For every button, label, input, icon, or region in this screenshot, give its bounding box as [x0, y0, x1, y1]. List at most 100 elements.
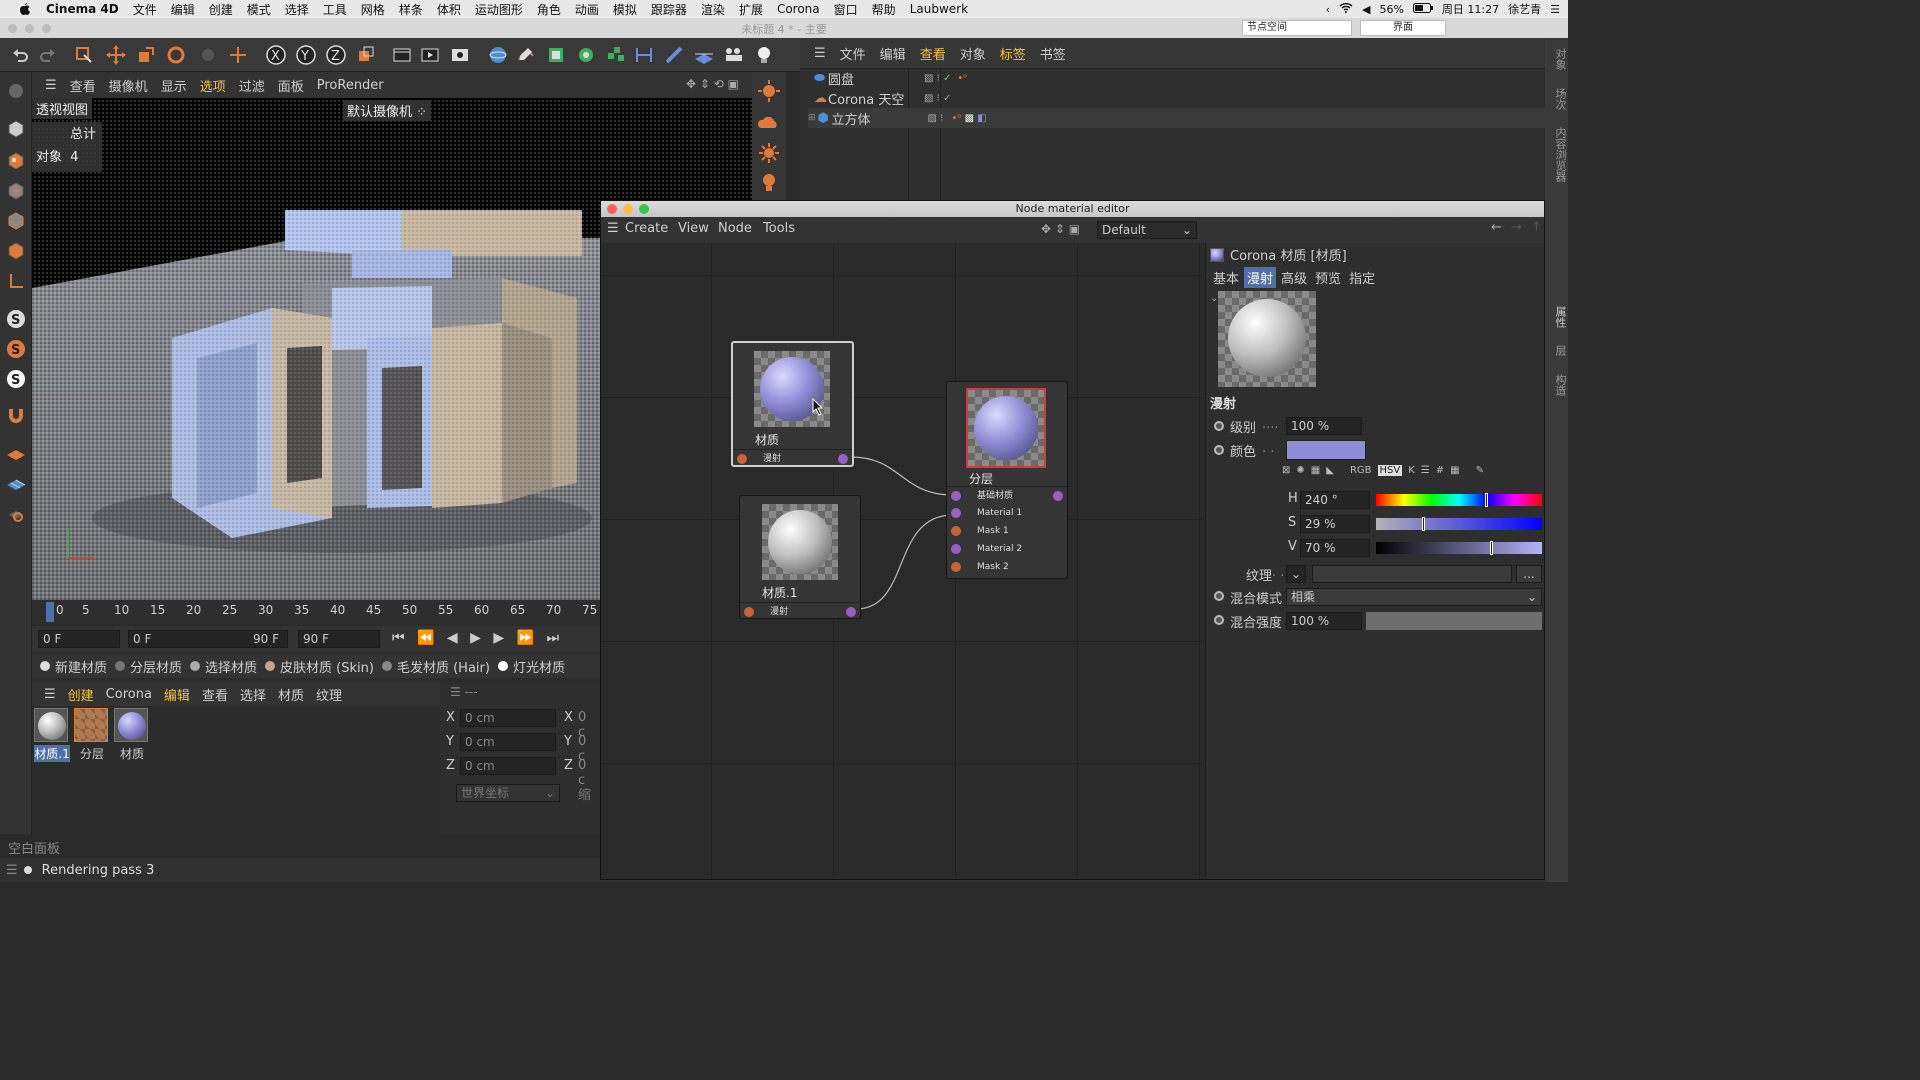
input-pin[interactable]	[951, 544, 961, 554]
port-mask-2[interactable]: Mask 2	[947, 558, 1067, 576]
vp-menu-panel[interactable]: 面板	[278, 76, 304, 95]
mograph-icon[interactable]	[604, 43, 628, 67]
slider-knob[interactable]	[1484, 493, 1488, 507]
output-pin[interactable]	[838, 454, 848, 464]
tab-diffuse[interactable]: 漫射	[1244, 267, 1277, 288]
menu-corona[interactable]: Corona	[777, 2, 820, 16]
object-row-disc[interactable]: ⬬ 圆盘 ▨ ⁝ ✓ •ᵒ	[808, 68, 1568, 88]
mode-kelvin[interactable]: K	[1408, 465, 1415, 476]
recent-tool-icon[interactable]	[196, 43, 220, 67]
forward-arrow-icon[interactable]: →	[1511, 220, 1522, 235]
mm-menu-create[interactable]: 创建	[68, 685, 94, 704]
tag-icon[interactable]: •ᵒ	[957, 73, 967, 84]
world-coords-icon[interactable]	[354, 43, 378, 67]
subdivision-icon[interactable]	[544, 43, 568, 67]
point-mode-icon[interactable]	[3, 178, 29, 204]
animate-blend-strength-radio[interactable]	[1214, 615, 1224, 625]
nme-menu-view[interactable]: View	[678, 221, 709, 236]
app-menu[interactable]: Cinema 4D	[46, 2, 119, 16]
v-slider[interactable]	[1376, 541, 1542, 555]
menu-create[interactable]: 创建	[209, 1, 233, 18]
side-tab-structure[interactable]: 构造	[1554, 374, 1567, 396]
om-menu-objects[interactable]: 对象	[960, 44, 986, 63]
live-select-icon[interactable]	[72, 43, 96, 67]
menu-render[interactable]: 渲染	[701, 1, 725, 18]
pen-spline-icon[interactable]	[514, 43, 538, 67]
port-material-1[interactable]: Material 1	[947, 504, 1067, 522]
camera-label[interactable]: 默认摄像机 ⁘	[343, 100, 432, 121]
render-settings-icon[interactable]	[448, 43, 472, 67]
mm-menu-corona[interactable]: Corona	[106, 687, 152, 702]
level-input[interactable]: 100 %	[1286, 417, 1362, 435]
animate-blend-mode-radio[interactable]	[1214, 591, 1224, 601]
coordinate-icon[interactable]	[226, 43, 250, 67]
image-icon[interactable]: ▦	[1311, 465, 1320, 476]
menu-window[interactable]: 窗口	[834, 1, 858, 18]
coord-mode-select[interactable]: 世界坐标 ⌄	[456, 784, 560, 802]
input-pin[interactable]	[951, 526, 961, 536]
visibility-toggle[interactable]: ▨ ⁝ ✓	[924, 73, 951, 84]
layered-material-button[interactable]: 分层材质	[115, 657, 182, 676]
snap-orange-icon[interactable]: S	[3, 336, 29, 362]
model-mode-icon[interactable]	[3, 116, 29, 142]
new-material-button[interactable]: 新建材质	[40, 657, 107, 676]
input-pin[interactable]	[951, 508, 961, 518]
s-slider[interactable]	[1376, 517, 1542, 531]
menu-mesh[interactable]: 网格	[361, 1, 385, 18]
deformer-icon[interactable]	[632, 43, 656, 67]
corona-light-icon[interactable]	[756, 78, 782, 104]
tab-advanced[interactable]: 高级	[1278, 267, 1310, 288]
port-diffuse[interactable]: 漫射	[733, 449, 852, 467]
position-x-field[interactable]: 0 cm	[460, 709, 556, 727]
menu-list-icon[interactable]: ☰	[1550, 3, 1560, 16]
sphere-icon[interactable]	[486, 43, 510, 67]
nme-nav-icons[interactable]: ✥ ⇕ ▣	[1041, 222, 1080, 236]
nme-window-controls[interactable]	[607, 204, 649, 214]
corona-sky-icon[interactable]	[756, 110, 782, 136]
material-swatch-1[interactable]: 材质.1	[34, 708, 70, 764]
port-mask-1[interactable]: Mask 1	[947, 522, 1067, 540]
input-pin[interactable]	[951, 562, 961, 572]
axis-lock-icon[interactable]	[3, 500, 29, 526]
output-pin[interactable]	[1053, 491, 1063, 501]
texture-dropdown[interactable]: ⌄	[1286, 565, 1306, 583]
texture-mode-icon[interactable]	[3, 148, 29, 174]
chevron-left-icon[interactable]: ‹	[1326, 3, 1330, 16]
port-diffuse[interactable]: 漫射	[740, 602, 860, 620]
menu-tools[interactable]: 工具	[323, 1, 347, 18]
volume-icon[interactable]: ◀	[1362, 3, 1370, 16]
sliders-icon[interactable]: ☰	[1421, 465, 1430, 476]
corona-sun-icon[interactable]	[756, 140, 782, 166]
mode-rgb[interactable]: RGB	[1350, 465, 1372, 476]
side-tab-objects[interactable]: 对象	[1554, 48, 1567, 70]
menu-simulate[interactable]: 模拟	[613, 1, 637, 18]
menu-select[interactable]: 选择	[285, 1, 309, 18]
up-arrow-icon[interactable]: ↑	[1531, 220, 1542, 235]
material-tags[interactable]: •ᵒ ▩ ◧	[951, 113, 986, 124]
side-tab-attributes[interactable]: 属性	[1554, 306, 1567, 328]
color-wheel-icon[interactable]: ⊠	[1282, 465, 1290, 476]
menu-edit[interactable]: 编辑	[171, 1, 195, 18]
nme-menu-tools[interactable]: Tools	[763, 221, 795, 236]
blend-mode-select[interactable]: 相乘 ⌄	[1286, 588, 1542, 606]
render-view-icon[interactable]	[390, 43, 414, 67]
om-menu-edit[interactable]: 编辑	[880, 44, 906, 63]
position-z-field[interactable]: 0 cm	[460, 757, 556, 775]
nme-menu-node[interactable]: Node	[718, 221, 752, 236]
light-material-button[interactable]: 灯光材质	[497, 657, 565, 676]
menu-animate[interactable]: 动画	[575, 1, 599, 18]
texture-slot[interactable]	[1312, 565, 1512, 583]
frame-range-slider[interactable]: 0 F 90 F	[128, 630, 288, 648]
vp-menu-options[interactable]: 选项	[200, 76, 226, 95]
menu-spline[interactable]: 样条	[399, 1, 423, 18]
side-tab-takes[interactable]: 场次	[1554, 88, 1567, 110]
object-row-cube[interactable]: ⊞ ⬢ 立方体 ▨ ⁝ •ᵒ ▩ ◧	[808, 108, 1568, 128]
menu-mograph[interactable]: 运动图形	[475, 1, 523, 18]
node-material-1[interactable]: 材质.1 漫射	[739, 495, 861, 619]
tab-preview[interactable]: 预览	[1312, 267, 1344, 288]
light-icon[interactable]	[752, 43, 776, 67]
battery-icon[interactable]	[1412, 2, 1433, 16]
v-input[interactable]: 70 %	[1300, 539, 1370, 557]
node-space-select[interactable]: 节点空间	[1242, 20, 1352, 36]
animate-color-radio[interactable]	[1214, 445, 1224, 455]
